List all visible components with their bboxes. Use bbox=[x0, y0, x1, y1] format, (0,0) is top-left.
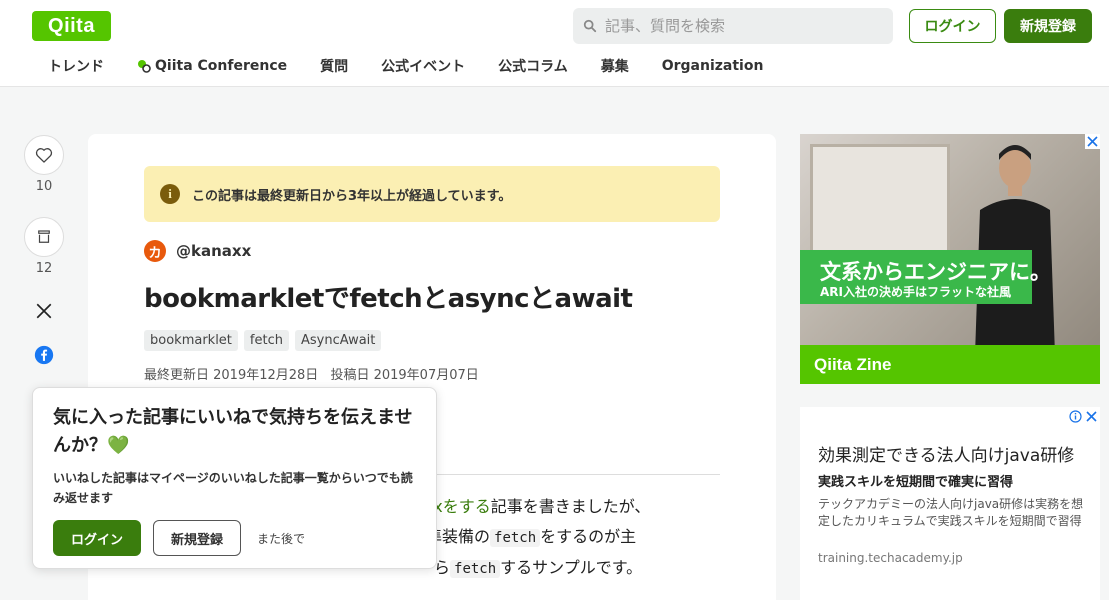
tag-asyncawait[interactable]: AsyncAwait bbox=[294, 330, 382, 351]
share-facebook-button[interactable] bbox=[24, 337, 64, 373]
ad-footer-brand: Qiita Zine bbox=[800, 345, 1100, 384]
stock-button[interactable] bbox=[24, 217, 64, 257]
search-box[interactable] bbox=[573, 8, 893, 44]
x-logo-icon bbox=[36, 303, 52, 319]
stock-count: 12 bbox=[35, 261, 53, 276]
ad-close-icon[interactable] bbox=[1085, 134, 1100, 149]
search-input[interactable] bbox=[605, 17, 885, 35]
stock-icon bbox=[38, 230, 50, 243]
inline-code: fetch bbox=[450, 560, 501, 578]
tag-bookmarklet[interactable]: bookmarklet bbox=[144, 330, 238, 351]
like-button[interactable] bbox=[24, 135, 64, 175]
ad-url: training.techacademy.jp bbox=[818, 551, 963, 565]
ad-headline: 文系からエンジニアに。 bbox=[820, 260, 1051, 284]
heart-icon bbox=[35, 148, 53, 163]
posted-date: 投稿日 2019年07月07日 bbox=[330, 368, 479, 383]
body-text-3: をするのが主 bbox=[540, 527, 637, 546]
ad-title: 効果測定できる法人向けjava研修 bbox=[818, 446, 1075, 466]
tag-list: bookmarklet fetch AsyncAwait bbox=[144, 330, 387, 351]
facebook-icon bbox=[34, 345, 54, 365]
qiita-logo[interactable]: Qiita bbox=[32, 11, 111, 41]
updated-date: 最終更新日 2019年12月28日 bbox=[144, 368, 319, 383]
techacademy-ad[interactable]: 効果測定できる法人向けjava研修 実践スキルを短期間で確実に習得 テックアカデ… bbox=[800, 407, 1100, 600]
nav-item-label: Qiita Conference bbox=[155, 58, 288, 74]
popup-description: いいねした記事はマイページのいいねした記事一覧からいつでも読み返せます bbox=[53, 471, 413, 505]
nav-item-qiita-conference[interactable]: Qiita Conference bbox=[137, 58, 287, 74]
conference-icon bbox=[138, 60, 151, 73]
popup-later-link[interactable]: また後で bbox=[257, 530, 305, 547]
nav-item-events[interactable]: 公式イベント bbox=[381, 56, 465, 76]
login-button[interactable]: ログイン bbox=[909, 9, 996, 43]
adchoices-icon[interactable] bbox=[1068, 409, 1083, 424]
nav-item-recruit[interactable]: 募集 bbox=[601, 56, 629, 76]
outdated-notice: i この記事は最終更新日から3年以上が経過しています。 bbox=[144, 166, 720, 222]
popup-title: 気に入った記事にいいねで気持ちを伝えませんか？💚 bbox=[53, 407, 413, 456]
notice-text: この記事は最終更新日から3年以上が経過しています。 bbox=[192, 188, 512, 204]
main-nav: トレンド Qiita Conference 質問 公式イベント 公式コラム 募集… bbox=[32, 52, 796, 80]
body-text-5: するサンプルです。 bbox=[500, 558, 643, 577]
tag-fetch[interactable]: fetch bbox=[243, 330, 289, 351]
article-dates: 最終更新日 2019年12月28日 投稿日 2019年07月07日 bbox=[144, 364, 487, 383]
signup-button[interactable]: 新規登録 bbox=[1004, 9, 1092, 43]
popup-signup-button[interactable]: 新規登録 bbox=[153, 520, 241, 556]
site-header: Qiita ログイン 新規登録 トレンド Qiita Conference 質問… bbox=[0, 0, 1109, 87]
nav-item-trend[interactable]: トレンド bbox=[48, 56, 104, 76]
body-text-1: 記事を書きましたが、 bbox=[490, 497, 651, 516]
ad-subline: ARI入社の決め手はフラットな社風 bbox=[820, 285, 1011, 299]
article-title: bookmarkletでfetchとasyncとawait bbox=[144, 284, 633, 314]
search-icon bbox=[583, 19, 597, 33]
ad-subtitle: 実践スキルを短期間で確実に習得 bbox=[818, 475, 1014, 490]
author-link[interactable]: カ @kanaxx bbox=[144, 240, 251, 262]
author-name: @kanaxx bbox=[176, 242, 252, 260]
popup-login-button[interactable]: ログイン bbox=[53, 520, 141, 556]
share-x-button[interactable] bbox=[24, 293, 64, 329]
info-icon: i bbox=[160, 184, 180, 204]
nav-item-columns[interactable]: 公式コラム bbox=[498, 56, 568, 76]
nav-item-questions[interactable]: 質問 bbox=[320, 56, 348, 76]
like-prompt-popup: 気に入った記事にいいねで気持ちを伝えませんか？💚 いいねした記事はマイページのい… bbox=[32, 387, 437, 569]
nav-item-organization[interactable]: Organization bbox=[662, 58, 764, 74]
ad-description: テックアカデミーの法人向けjava研修は実務を想定したカリキュラムで実践スキルを… bbox=[818, 497, 1084, 528]
qiita-zine-ad[interactable]: 文系からエンジニアに。 ARI入社の決め手はフラットな社風 Qiita Zine bbox=[800, 134, 1100, 384]
article-actions: 10 12 bbox=[24, 135, 64, 373]
avatar: カ bbox=[144, 240, 166, 262]
ad-photo-window bbox=[810, 144, 950, 254]
inline-code: fetch bbox=[490, 529, 541, 547]
ad-close-icon[interactable] bbox=[1084, 409, 1099, 424]
like-count: 10 bbox=[35, 179, 53, 194]
popup-actions: ログイン 新規登録 また後で bbox=[53, 520, 416, 556]
